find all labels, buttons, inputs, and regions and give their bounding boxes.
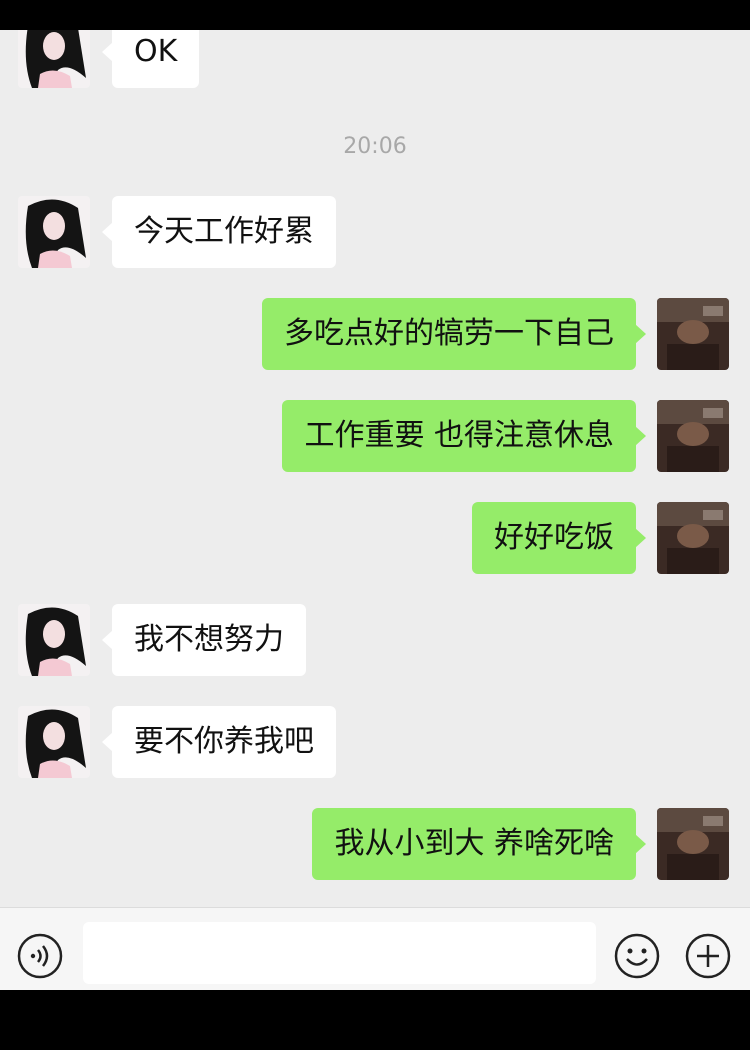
message-bubble-incoming[interactable]: 要不你养我吧: [102, 706, 336, 778]
message-bubble-outgoing[interactable]: 好好吃饭: [472, 502, 646, 574]
message-bubble-outgoing[interactable]: 多吃点好的犒劳一下自己: [262, 298, 646, 370]
user-avatar[interactable]: [657, 400, 729, 472]
user-avatar[interactable]: [657, 298, 729, 370]
message-input[interactable]: [83, 922, 596, 984]
contact-avatar[interactable]: [18, 196, 90, 268]
plus-icon[interactable]: [684, 932, 732, 980]
contact-avatar[interactable]: [18, 604, 90, 676]
bottom-bar: [0, 990, 750, 1050]
chat-message-list[interactable]: OK 20:06 今天工作好累 多吃点好的犒劳一下自己 工作重要 也得注意休息 …: [0, 30, 750, 907]
message-timestamp: 20:06: [343, 134, 407, 159]
voice-icon[interactable]: [16, 932, 64, 980]
user-avatar[interactable]: [657, 808, 729, 880]
emoji-icon[interactable]: [613, 932, 661, 980]
message-bubble-incoming[interactable]: 今天工作好累: [102, 196, 336, 268]
user-avatar[interactable]: [657, 502, 729, 574]
status-bar: [0, 0, 750, 30]
contact-avatar[interactable]: [18, 30, 90, 88]
contact-avatar[interactable]: [18, 706, 90, 778]
message-bubble-outgoing[interactable]: 工作重要 也得注意休息: [282, 400, 646, 472]
message-bubble-incoming[interactable]: OK: [101, 30, 200, 88]
message-bubble-outgoing[interactable]: 我从小到大 养啥死啥: [312, 808, 646, 880]
input-bar: [0, 907, 750, 990]
message-bubble-incoming[interactable]: 我不想努力: [102, 604, 306, 676]
